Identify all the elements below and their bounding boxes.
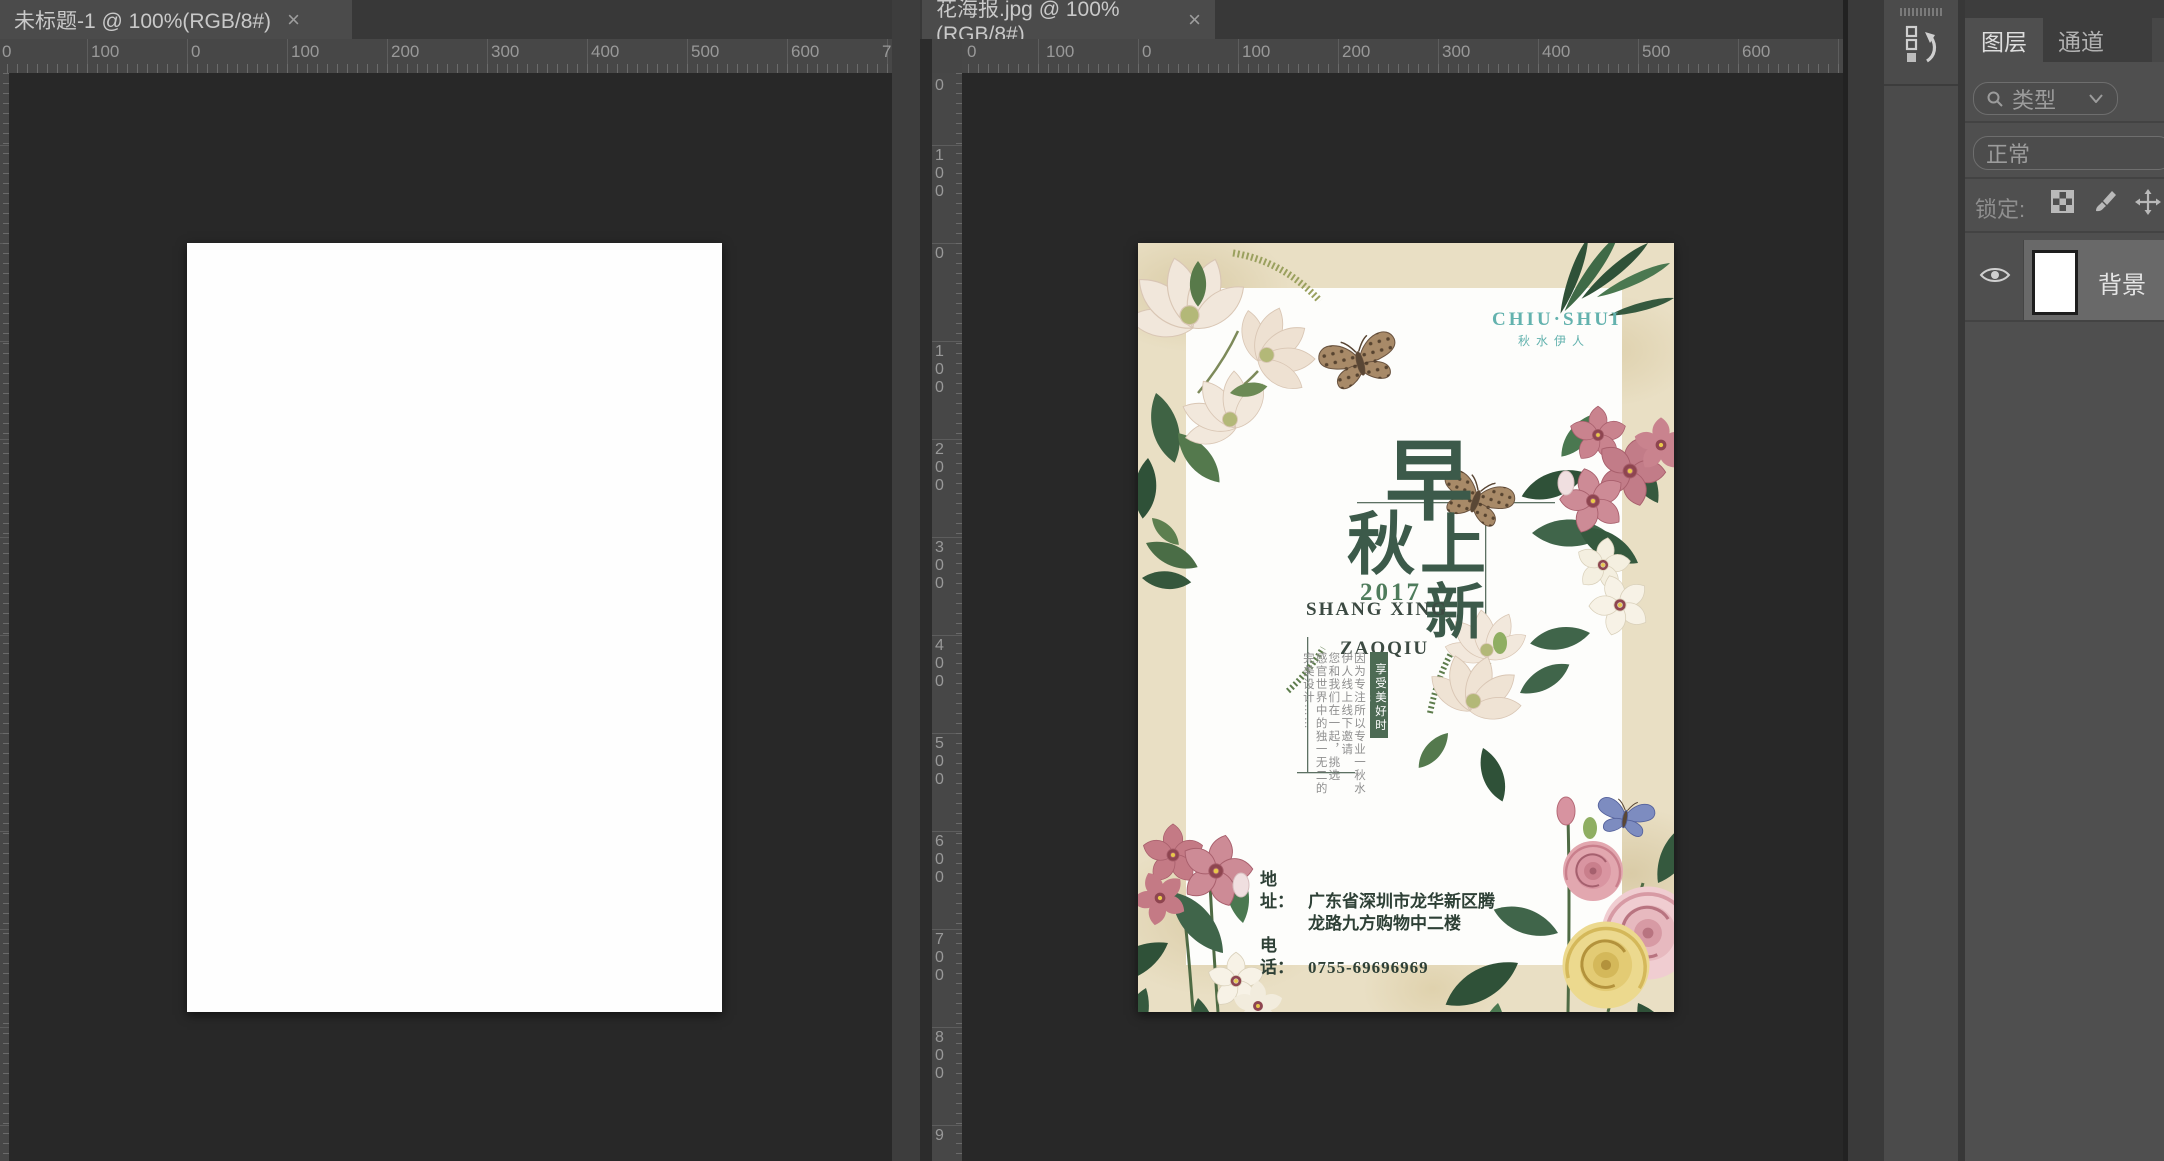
lock-pixels-brush-button[interactable] <box>2092 189 2118 215</box>
phone-label: 电话： <box>1260 935 1308 979</box>
tab-paths-partial[interactable] <box>2152 18 2164 62</box>
title-char-shang: 上 <box>1420 514 1486 580</box>
document-tab-flower-poster[interactable]: 花海报.jpg @ 100%(RGB/8#) × <box>922 0 1215 39</box>
address-label: 地址： <box>1260 869 1308 913</box>
pane2-left-edge <box>920 0 932 1161</box>
brand-name-en: CHIU·SHUI <box>1492 309 1621 331</box>
body-column: 因为专注所以专业一秋水 <box>1352 652 1365 827</box>
document-canvas-poster[interactable]: CHIU·SHUI 秋水伊人 早 秋 上 新 2017 SHANG XING Z… <box>1138 243 1674 1012</box>
chevron-down-icon <box>2089 94 2103 103</box>
pane2-horizontal-ruler: 0 100 0 100 200 300 400 500 600 <box>962 39 1843 73</box>
ruler-corner-box <box>932 39 962 73</box>
search-icon <box>1986 90 2004 108</box>
pane1-vertical-ruler-ticks <box>0 73 9 1161</box>
layer-column-separator <box>2023 240 2024 320</box>
body-column: 您和我们在一起，挑选 <box>1327 652 1340 827</box>
tab-channels[interactable]: 通道 <box>2043 18 2119 62</box>
brand-name-cn: 秋水伊人 <box>1518 332 1590 349</box>
layer-name: 背景 <box>2098 265 2146 300</box>
blue-butterfly-icon <box>1594 796 1656 839</box>
address-line1: 广东省深圳市龙华新区腾 <box>1308 892 1495 911</box>
panel-divider <box>1965 121 2164 123</box>
lock-label: 锁定: <box>1975 192 2025 224</box>
title-subtitle-1: SHANG XING <box>1306 599 1448 621</box>
panel-tabbar: 图层 通道 <box>1965 0 2164 62</box>
close-tab-icon[interactable]: × <box>1188 7 1201 33</box>
phone-number: 0755-69696969 <box>1308 958 1429 977</box>
dock-grip-handle[interactable] <box>1900 8 1942 16</box>
pane2-tabbar: 花海报.jpg @ 100%(RGB/8#) × <box>920 0 1843 39</box>
panel-divider <box>1965 320 2164 322</box>
document-canvas-untitled[interactable] <box>187 243 722 1012</box>
blend-mode-value: 正常 <box>1986 137 2030 169</box>
document-tab-untitled[interactable]: 未标题-1 @ 100%(RGB/8#) × <box>0 0 352 39</box>
dock-gutter <box>1848 0 1884 1161</box>
blend-mode-dropdown[interactable]: 正常 <box>1973 136 2164 170</box>
layers-panel: 图层 通道 类型 正常 锁定: <box>1965 0 2164 1161</box>
document-tab-title: 未标题-1 @ 100%(RGB/8#) <box>14 5 271 35</box>
slogan-badge: 享受美好时光 <box>1370 652 1388 738</box>
panel-dock-strip <box>1884 0 1958 1161</box>
flower-cluster-top-left <box>1138 243 1334 691</box>
title-char-qiu: 秋 <box>1347 511 1415 579</box>
pane-divider[interactable] <box>892 0 920 1161</box>
panel-divider <box>1965 177 2164 179</box>
address-line2: 龙路九方购物中二楼 <box>1308 914 1461 933</box>
close-tab-icon[interactable]: × <box>287 7 300 33</box>
layer-row-background[interactable]: 背景 <box>1965 233 2164 320</box>
pane1-tabbar: 未标题-1 @ 100%(RGB/8#) × <box>0 0 892 39</box>
photoshop-workspace: 未标题-1 @ 100%(RGB/8#) × 0 100 0 100 200 3… <box>0 0 2164 1161</box>
lock-transparency-button[interactable] <box>2051 190 2077 216</box>
butterfly-icon <box>1316 329 1403 394</box>
layer-thumbnail[interactable] <box>2032 250 2078 315</box>
flower-cluster-right <box>1518 406 1674 654</box>
dock-divider-line <box>1884 84 1958 86</box>
layer-visibility-eye-icon[interactable] <box>1979 265 2013 289</box>
body-column: 完美设计…… <box>1301 652 1314 827</box>
pane1-horizontal-ruler: 0 100 0 100 200 300 400 500 600 7 <box>0 39 892 73</box>
panel-gutter <box>1958 0 1965 1161</box>
pane2-vertical-ruler: 00 100 0 100 200 300 400 500 600 700 800… <box>932 73 962 1161</box>
tab-layers[interactable]: 图层 <box>1965 18 2043 62</box>
contact-block: 地址：广东省深圳市龙华新区腾 龙路九方购物中二楼 电话：0755-6969696… <box>1260 869 1495 979</box>
lock-position-button[interactable] <box>2135 189 2161 215</box>
leaves-left-middle <box>1141 513 1202 591</box>
body-text-columns: 因为专注所以专业一秋水 伊人线上线下邀请 您和我们在一起，挑选 感官世界中的独一… <box>1301 652 1365 827</box>
body-column: 伊人线上线下邀请 <box>1339 652 1352 827</box>
layer-filter-dropdown[interactable]: 类型 <box>1973 82 2118 115</box>
body-column: 感官世界中的独一无二的 <box>1314 652 1327 827</box>
history-panel-icon[interactable] <box>1904 24 1940 66</box>
filter-kind-label: 类型 <box>2012 83 2056 115</box>
